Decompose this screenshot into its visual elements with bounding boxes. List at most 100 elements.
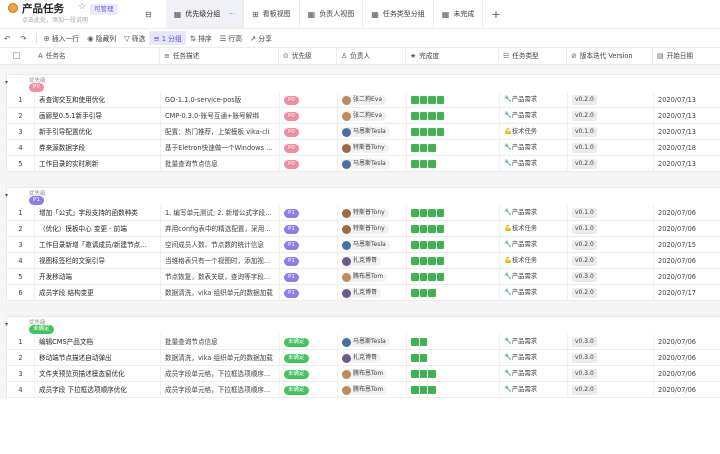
task-type-cell[interactable]: 🔧产品需求 (500, 350, 568, 366)
assignee-cell[interactable]: 扎克博哥 (338, 253, 407, 269)
tab-incomplete[interactable]: ▦ 未完成 (434, 0, 484, 28)
version-cell[interactable]: v0.2.0 (568, 156, 654, 172)
version-cell[interactable]: v0.2.0 (568, 285, 654, 301)
progress-cell[interactable] (407, 237, 500, 253)
task-name-cell[interactable]: 文件夹预览页描述模态窗优化 (35, 366, 161, 382)
task-desc-cell[interactable]: 基于Eletron快速做一个Windows ... (161, 140, 280, 156)
share-button[interactable]: ↗ 分享 (246, 31, 276, 45)
tab-assignee[interactable]: ▦ 负责人视图 (300, 0, 364, 28)
sort-button[interactable]: ⇅ 排序 (186, 31, 216, 45)
table-row[interactable]: 3 新手引导配置优化 配置：热门推荐，上架模板 vika-cli P0 马恩斯Tesla… (6, 124, 720, 140)
task-desc-cell[interactable]: 数据清洗，vika 组织单元的数据加载 (161, 350, 280, 366)
progress-cell[interactable] (407, 285, 500, 301)
priority-cell[interactable]: P1 (280, 269, 338, 285)
task-type-cell[interactable]: 🔧产品需求 (500, 108, 568, 124)
filter-button[interactable]: ▽ 筛选 (120, 31, 149, 45)
table-row[interactable]: 2 （优化）模板中心 变更 - 前端 弃用config表中的精选配置，采用... P1… (6, 221, 720, 237)
column-header-type[interactable]: ☷ 任务类型 (499, 48, 567, 65)
assignee-cell[interactable]: 腾布恩Tom (338, 366, 407, 382)
task-name-cell[interactable]: 开发移动端 (35, 269, 161, 285)
progress-cell[interactable] (407, 334, 500, 350)
start-date-cell[interactable]: 2020/07/06 (654, 366, 720, 382)
priority-cell[interactable]: P0 (280, 108, 338, 124)
version-cell[interactable]: v0.3.0 (568, 269, 654, 285)
progress-cell[interactable] (407, 108, 500, 124)
task-type-cell[interactable]: 🔧产品需求 (500, 334, 568, 350)
table-row[interactable]: 1 表查询交互和使用优化 GO-1.1.0-service-pos版 P0 张二狗Eva… (6, 92, 720, 108)
group-header[interactable]: ▾ 优先级 未确定 (5, 316, 720, 334)
progress-cell[interactable] (407, 253, 500, 269)
task-desc-cell[interactable]: CMP-0.3.0-账号互通+账号解绑 (161, 108, 280, 124)
start-date-cell[interactable]: 2020/07/06 (654, 221, 720, 237)
task-name-cell[interactable]: （优化）模板中心 变更 - 前端 (35, 221, 161, 237)
task-type-cell[interactable]: 🔧产品需求 (500, 156, 568, 172)
table-row[interactable]: 4 视图标签栏的文案引导 当维格表只有一个视图时，添加视... P1 扎克博哥 💪技术任务… (6, 253, 720, 269)
priority-cell[interactable]: 未确定 (280, 334, 338, 350)
version-cell[interactable]: v0.2.0 (568, 382, 654, 398)
priority-cell[interactable]: 未确定 (280, 382, 338, 398)
table-row[interactable]: 3 文件夹预览页描述模态窗优化 成员字段单元格，下拉框选项顺序... 未确定 腾布恩To… (6, 366, 720, 382)
priority-cell[interactable]: P1 (280, 285, 338, 301)
tab-priority-group[interactable]: ▦ 优先级分组 ··· (165, 0, 244, 28)
task-desc-cell[interactable]: 当维格表只有一个视图时，添加视... (161, 253, 280, 269)
assignee-cell[interactable]: 张二狗Eva (338, 108, 407, 124)
progress-cell[interactable] (407, 221, 500, 237)
version-cell[interactable]: v0.3.0 (568, 350, 654, 366)
progress-cell[interactable] (407, 156, 500, 172)
group-header[interactable]: ▾ 优先级 P0 (5, 74, 720, 92)
select-all-checkbox[interactable] (13, 52, 20, 59)
assignee-cell[interactable]: 特斯普Tony (338, 140, 407, 156)
start-date-cell[interactable]: 2020/07/13 (654, 92, 720, 108)
assignee-cell[interactable]: 张二狗Eva (338, 92, 407, 108)
collapse-caret-icon[interactable]: ▾ (5, 321, 8, 328)
group-button[interactable]: ≡ 1 分组 (149, 31, 186, 45)
assignee-cell[interactable]: 马恩斯Tesla (338, 237, 407, 253)
task-name-cell[interactable]: 工作目录的实时刷新 (35, 156, 161, 172)
table-row[interactable]: 5 开发移动端 节点恢复，数表关联，查询等字段... P1 腾布恩Tom 🔧产品需求 v0.… (6, 269, 720, 285)
start-date-cell[interactable]: 2020/07/06 (654, 350, 720, 366)
table-row[interactable]: 5 工作目录的实时刷新 批量查询节点信息 P0 马恩斯Tesla 🔧产品需求 v0.2.0 2… (6, 156, 720, 172)
start-date-cell[interactable]: 2020/07/06 (654, 253, 720, 269)
start-date-cell[interactable]: 2020/07/13 (654, 108, 720, 124)
task-type-cell[interactable]: 🔧产品需求 (500, 92, 568, 108)
insert-row-button[interactable]: ⊕ 插入一行 (40, 31, 83, 45)
assignee-cell[interactable]: 扎克博哥 (338, 285, 407, 301)
task-desc-cell[interactable]: 1. 编写单元测试; 2. 新增公式字段... (161, 205, 280, 221)
redo-button[interactable]: ↷ (16, 31, 32, 45)
column-header-priority[interactable]: ⊙ 优先级 (279, 48, 337, 65)
assignee-cell[interactable]: 腾布恩Tom (338, 382, 407, 398)
hide-columns-button[interactable]: ◉ 隐藏列 (83, 31, 120, 45)
version-cell[interactable]: v0.2.0 (568, 253, 654, 269)
task-desc-cell[interactable]: 空间成员人数、节点数的统计信息 (161, 237, 280, 253)
task-type-cell[interactable]: 💪技术任务 (500, 221, 568, 237)
assignee-cell[interactable]: 马恩斯Tesla (338, 334, 407, 350)
task-name-cell[interactable]: 工作目录新增「邀请成员/新建节点... (35, 237, 161, 253)
table-row[interactable]: 6 成员字段 结构变更 数据清洗，vika 组织单元的数据加载 P1 扎克博哥 🔧产品需求… (6, 285, 720, 301)
star-icon[interactable]: ☆ (78, 2, 86, 12)
task-desc-cell[interactable]: GO-1.1.0-service-pos版 (161, 92, 280, 108)
task-type-cell[interactable]: 🔧产品需求 (500, 382, 568, 398)
assignee-cell[interactable]: 特斯普Tony (338, 221, 407, 237)
task-name-cell[interactable]: 新手引导配置优化 (35, 124, 161, 140)
progress-cell[interactable] (407, 205, 500, 221)
start-date-cell[interactable]: 2020/07/13 (654, 124, 720, 140)
priority-cell[interactable]: P0 (280, 92, 338, 108)
start-date-cell[interactable]: 2020/07/18 (654, 140, 720, 156)
priority-cell[interactable]: 未确定 (280, 350, 338, 366)
task-name-cell[interactable]: 成员字段 下拉框选项顺序优化 (35, 382, 161, 398)
select-all-cell[interactable] (0, 48, 34, 65)
column-header-assignee[interactable]: ♙ 负责人 (337, 48, 406, 65)
task-desc-cell[interactable]: 成员字段单元格，下拉框选项顺序... (161, 366, 280, 382)
start-date-cell[interactable]: 2020/07/06 (654, 269, 720, 285)
table-row[interactable]: 4 券来源数据字段 基于Eletron快速做一个Windows ... P0 特斯普To… (6, 140, 720, 156)
task-type-cell[interactable]: 🔧产品需求 (500, 366, 568, 382)
task-type-cell[interactable]: 🔧产品需求 (500, 140, 568, 156)
task-name-cell[interactable]: 移动端节点描述自动弹出 (35, 350, 161, 366)
task-name-cell[interactable]: 券来源数据字段 (35, 140, 161, 156)
collapse-sidebar-icon[interactable]: ⊟ (135, 0, 166, 28)
table-row[interactable]: 3 工作目录新增「邀请成员/新建节点... 空间成员人数、节点数的统计信息 P1 马恩斯… (6, 237, 720, 253)
column-header-progress[interactable]: ★ 完成度 (406, 48, 499, 65)
column-header-version[interactable]: ⊘ 版本迭代 Version (567, 48, 653, 65)
group-header[interactable]: ▾ 优先级 P1 (5, 187, 720, 205)
task-desc-cell[interactable]: 批量查询节点信息 (161, 156, 280, 172)
